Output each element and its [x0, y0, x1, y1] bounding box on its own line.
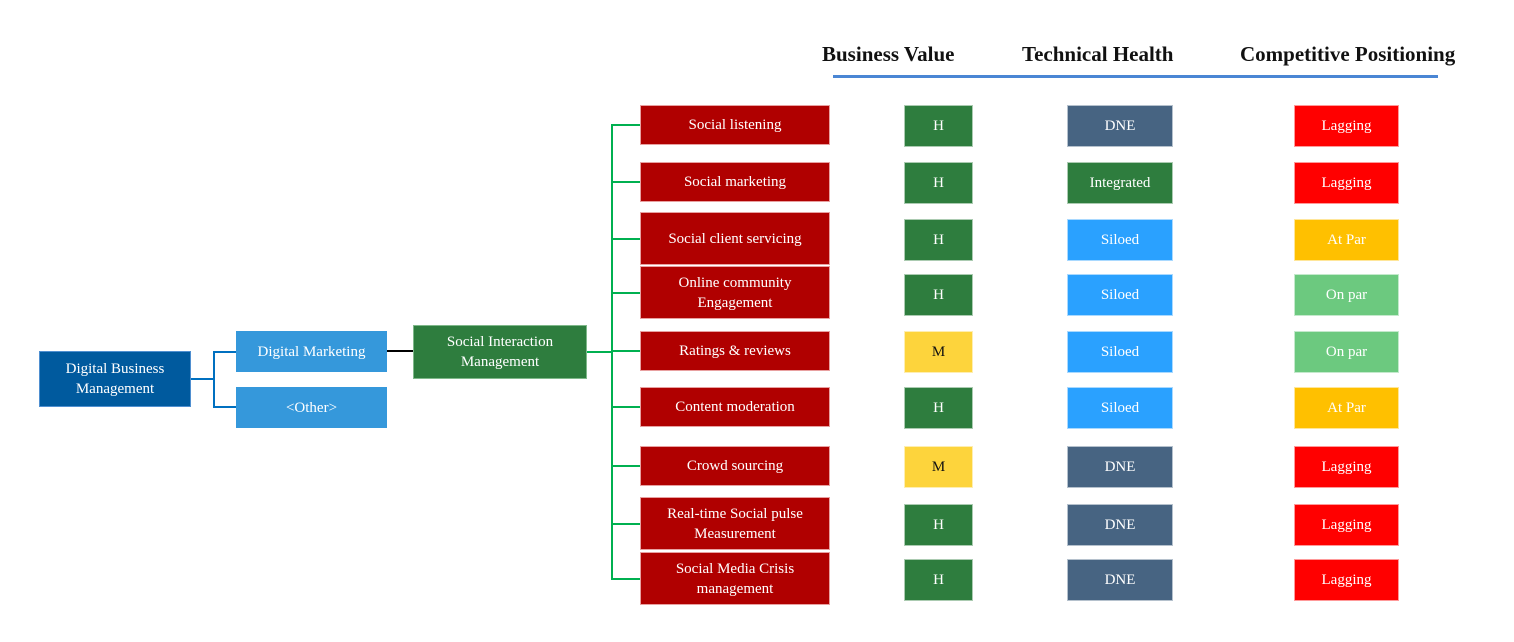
capability-social-media-crisis-management[interactable]: Social Media Crisis management — [640, 552, 830, 605]
header-competitive-positioning: Competitive Positioning — [1240, 42, 1456, 66]
technical-health-badge: Siloed — [1067, 274, 1173, 316]
node-root-label: Digital Business Management — [65, 361, 165, 397]
header-technical-health: Technical Health — [1022, 42, 1174, 66]
capability-label: Social Media Crisis management — [675, 560, 795, 597]
capability-content-moderation[interactable]: Content moderation — [640, 387, 830, 427]
connector-capability-branch — [611, 292, 640, 294]
technical-health-badge: DNE — [1067, 446, 1173, 488]
capability-label: Social client servicing — [668, 230, 802, 247]
capability-online-community-engagement[interactable]: Online community Engagement — [640, 266, 830, 319]
competitive-positioning-badge: Lagging — [1294, 504, 1399, 546]
capability-label: Social marketing — [683, 174, 787, 190]
competitive-positioning-badge: On par — [1294, 331, 1399, 373]
technical-health-badge: DNE — [1067, 105, 1173, 147]
competitive-positioning-badge: Lagging — [1294, 162, 1399, 204]
capability-label: Online community Engagement — [678, 274, 792, 311]
capability-label: Crowd sourcing — [686, 458, 784, 474]
technical-health-badge: Siloed — [1067, 219, 1173, 261]
connector-capability-branch — [611, 578, 640, 580]
connector-capability-branch — [611, 465, 640, 467]
connector-to-digital-marketing — [213, 351, 236, 353]
node-digital-marketing[interactable]: Digital Marketing — [236, 331, 387, 372]
connector-dm-to-sim — [387, 350, 414, 352]
connector-capability-branch — [611, 523, 640, 525]
capability-social-marketing[interactable]: Social marketing — [640, 162, 830, 202]
header-rule — [833, 75, 1438, 78]
business-value-badge: M — [904, 331, 973, 373]
technical-health-badge: DNE — [1067, 504, 1173, 546]
business-value-badge: H — [904, 162, 973, 204]
node-social-interaction-management[interactable]: Social Interaction Management — [413, 325, 587, 379]
capability-label: Social listening — [688, 117, 782, 133]
capability-label: Real-time Social pulse Measurement — [667, 505, 803, 542]
competitive-positioning-badge: Lagging — [1294, 559, 1399, 601]
connector-capability-branch — [611, 238, 640, 240]
connector-capability-branch — [611, 181, 640, 183]
capability-social-listening[interactable]: Social listening — [640, 105, 830, 145]
business-value-badge: H — [904, 559, 973, 601]
node-other[interactable]: <Other> — [236, 387, 387, 428]
business-value-badge: H — [904, 219, 973, 261]
competitive-positioning-badge: At Par — [1294, 219, 1399, 261]
business-value-badge: H — [904, 387, 973, 429]
connector-capability-branch — [611, 350, 640, 352]
business-value-badge: M — [904, 446, 973, 488]
competitive-positioning-badge: Lagging — [1294, 446, 1399, 488]
competitive-positioning-badge: Lagging — [1294, 105, 1399, 147]
node-sim-label: Social Interaction Management — [446, 334, 554, 370]
connector-capability-branch — [611, 124, 640, 126]
connector-root-trunk — [213, 351, 215, 407]
connector-capability-trunk — [611, 124, 613, 580]
competitive-positioning-badge: On par — [1294, 274, 1399, 316]
capability-crowd-sourcing[interactable]: Crowd sourcing — [640, 446, 830, 486]
connector-sim-out — [587, 351, 613, 353]
header-business-value: Business Value — [822, 42, 955, 66]
technical-health-badge: Siloed — [1067, 331, 1173, 373]
capability-social-client-servicing[interactable]: Social client servicing — [640, 212, 830, 265]
business-value-badge: H — [904, 274, 973, 316]
capability-ratings-reviews[interactable]: Ratings & reviews — [640, 331, 830, 371]
technical-health-badge: DNE — [1067, 559, 1173, 601]
technical-health-badge: Integrated — [1067, 162, 1173, 204]
competitive-positioning-badge: At Par — [1294, 387, 1399, 429]
connector-to-other — [213, 406, 236, 408]
business-value-badge: H — [904, 504, 973, 546]
capability-real-time-social-pulse-measurement[interactable]: Real-time Social pulse Measurement — [640, 497, 830, 550]
technical-health-badge: Siloed — [1067, 387, 1173, 429]
node-root[interactable]: Digital Business Management — [39, 351, 191, 407]
capability-label: Ratings & reviews — [679, 343, 791, 359]
connector-root — [191, 378, 215, 380]
connector-capability-branch — [611, 406, 640, 408]
business-value-badge: H — [904, 105, 973, 147]
capability-label: Content moderation — [675, 399, 795, 415]
